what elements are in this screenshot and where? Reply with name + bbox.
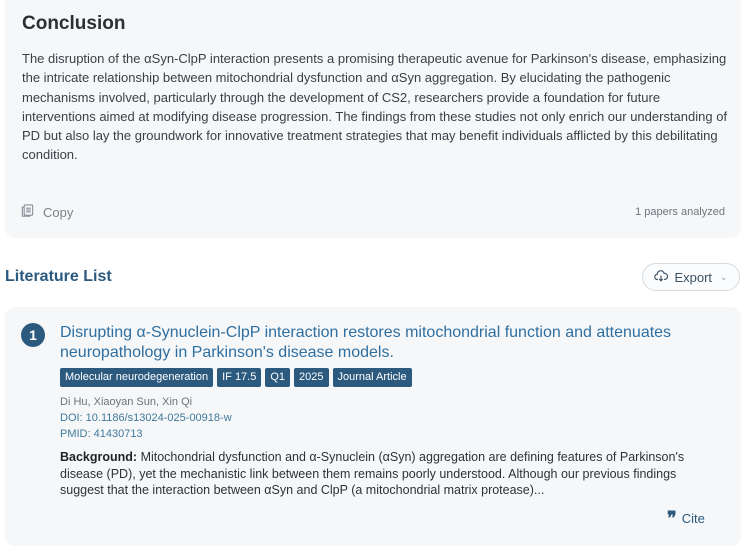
cite-button[interactable]: ❞ Cite bbox=[667, 507, 705, 529]
conclusion-title: Conclusion bbox=[22, 13, 126, 34]
copy-button[interactable]: Copy bbox=[20, 203, 73, 221]
paper-tags: Molecular neurodegeneration IF 17.5 Q1 2… bbox=[60, 368, 412, 387]
paper-abstract: Background: Mitochondrial dysfunction an… bbox=[60, 449, 720, 499]
paper-authors: Di Hu, Xiaoyan Sun, Xin Qi bbox=[60, 396, 193, 408]
export-label: Export bbox=[674, 269, 713, 285]
tag-quartile: Q1 bbox=[265, 368, 291, 387]
paper-card: 1 Disrupting α-Synuclein-ClpP interactio… bbox=[5, 307, 741, 546]
tag-year: 2025 bbox=[294, 368, 329, 387]
tag-journal: Molecular neurodegeneration bbox=[60, 368, 214, 387]
conclusion-text: The disruption of the αSyn-ClpP interact… bbox=[22, 51, 728, 163]
paper-pmid: PMID: 41430713 bbox=[60, 428, 143, 440]
paper-title-link[interactable]: Disrupting α-Synuclein-ClpP interaction … bbox=[60, 323, 700, 363]
abstract-text: Mitochondrial dysfunction and α-Synuclei… bbox=[60, 450, 685, 497]
export-button[interactable]: Export ⌄ bbox=[642, 263, 740, 291]
literature-list-title: Literature List bbox=[5, 268, 112, 285]
abstract-label: Background: bbox=[60, 450, 138, 464]
paper-index-badge: 1 bbox=[21, 323, 45, 347]
cite-label: Cite bbox=[681, 511, 705, 526]
tag-article-type: Journal Article bbox=[332, 368, 412, 387]
copy-label: Copy bbox=[43, 204, 74, 220]
tag-impact-factor: IF 17.5 bbox=[217, 368, 262, 387]
paper-doi-link[interactable]: DOI: 10.1186/s13024-025-00918-w bbox=[60, 412, 232, 424]
quote-icon: ❞ bbox=[667, 507, 677, 529]
papers-analyzed-count: 1 papers analyzed bbox=[635, 206, 725, 218]
chevron-down-icon: ⌄ bbox=[720, 271, 728, 282]
conclusion-card: Conclusion The disruption of the αSyn-Cl… bbox=[5, 0, 741, 238]
cloud-download-icon bbox=[654, 269, 669, 286]
copy-icon bbox=[20, 203, 35, 221]
